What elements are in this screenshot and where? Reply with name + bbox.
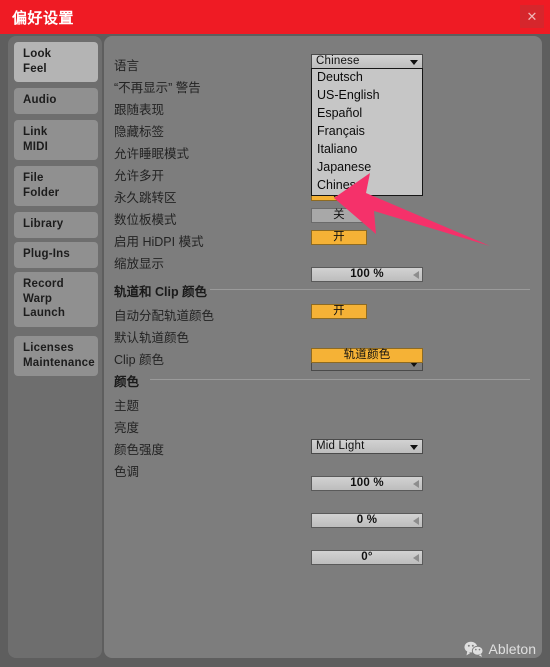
sidebar-item-label: Audio	[23, 94, 57, 106]
slider-1-main-section_color-rows[interactable]: 100 %	[311, 476, 423, 491]
control-value: 0 %	[356, 514, 378, 526]
sidebar-item-label: Warp	[23, 292, 53, 305]
sidebar-item-look-feel[interactable]: Look Feel	[14, 42, 98, 82]
sidebar-item-library[interactable]: Library	[14, 212, 98, 238]
sidebar-item-label: Maintenance	[23, 356, 95, 369]
sidebar-item-label: Launch	[23, 307, 66, 319]
row-label: 数位板模式	[114, 213, 177, 227]
row-label: 语言	[114, 59, 140, 73]
sidebar-item-label: Folder	[23, 186, 60, 199]
control-value: 开	[333, 305, 345, 317]
slider-9-main-rows[interactable]: 100 %	[311, 267, 423, 282]
language-dropdown-list[interactable]: Deutsch US-English Español Français Italiano…	[311, 68, 423, 196]
section-divider	[150, 379, 530, 380]
button-2-main-section_track_clip-rows[interactable]: 轨道颜色	[311, 348, 423, 363]
row-label: 默认轨道颜色	[114, 331, 190, 345]
row-label: 允许睡眠模式	[114, 147, 190, 161]
row-label: 启用 HiDPI 模式	[114, 235, 204, 249]
slider-3-main-section_color-rows[interactable]: 0°	[311, 550, 423, 565]
sidebar-item-record-warp-launch[interactable]: Record Warp Launch	[14, 272, 98, 327]
row-label: 主题	[114, 399, 140, 413]
row-label: 永久跳转区	[114, 191, 177, 205]
sidebar-item-label: Feel	[23, 62, 47, 75]
row-label: “不再显示” 警告	[114, 81, 201, 95]
sidebar-item-label: Look	[23, 48, 52, 60]
row-label: 自动分配轨道颜色	[114, 309, 215, 323]
sidebar-item-label: Link	[23, 126, 48, 138]
sidebar-item-label: Plug-Ins	[23, 248, 70, 260]
dropdown-0-main-section_color-rows[interactable]: Mid Light	[311, 439, 423, 454]
chevron-down-icon	[410, 60, 418, 65]
window-title: 偏好设置	[12, 10, 75, 27]
language-option[interactable]: Español	[312, 105, 422, 123]
section-header: 轨道和 Clip 颜色	[114, 285, 208, 299]
control-value: 0°	[361, 551, 373, 563]
row-label: 跟随表现	[114, 103, 165, 117]
control-value: Chinese	[316, 55, 360, 67]
row-label: 缩放显示	[114, 257, 165, 271]
chevron-down-icon	[410, 445, 418, 450]
dropdown-0-main-rows[interactable]: Chinese	[311, 54, 423, 69]
section-divider	[210, 289, 530, 290]
language-option[interactable]: Japanese	[312, 159, 422, 177]
sidebar-item-label: MIDI	[23, 140, 49, 153]
row-label: 亮度	[114, 421, 140, 435]
title-bar: 偏好设置 ✕	[0, 0, 550, 34]
section-header: 颜色	[114, 375, 140, 389]
sidebar-item-label: File	[23, 172, 44, 184]
control-value: 轨道颜色	[343, 349, 391, 361]
control-value: 开	[333, 231, 345, 243]
language-option[interactable]: Deutsch	[312, 69, 422, 87]
language-option[interactable]: US-English	[312, 87, 422, 105]
close-icon[interactable]: ✕	[520, 5, 544, 28]
language-option[interactable]: Français	[312, 123, 422, 141]
sidebar-item-label: Record	[23, 278, 64, 290]
sidebar-item-plug-ins[interactable]: Plug-Ins	[14, 242, 98, 268]
sidebar-item-label: Licenses	[23, 342, 74, 354]
toggle-0-main-section_track_clip-rows[interactable]: 开	[311, 304, 367, 319]
toggle-8-main-rows[interactable]: 开	[311, 230, 367, 245]
language-option[interactable]: Chinese	[312, 177, 422, 195]
preferences-window: 偏好设置 ✕ Look Feel Audio Link MIDI File Folder Li…	[0, 0, 550, 667]
sidebar-item-file-folder[interactable]: File Folder	[14, 166, 98, 206]
sidebar-item-label: Library	[23, 218, 64, 230]
control-value: 100 %	[350, 477, 384, 489]
watermark: Ableton	[464, 641, 536, 657]
row-label: 色调	[114, 465, 140, 479]
row-label: 颜色强度	[114, 443, 165, 457]
toggle-7-main-rows[interactable]: 关	[311, 208, 367, 223]
sidebar: Look Feel Audio Link MIDI File Folder Library Pl…	[8, 36, 102, 658]
control-value: Mid Light	[316, 440, 365, 452]
watermark-label: Ableton	[488, 641, 536, 657]
control-value: 关	[333, 209, 345, 221]
language-option[interactable]: Italiano	[312, 141, 422, 159]
row-label: 隐藏标签	[114, 125, 165, 139]
row-label: Clip 颜色	[114, 353, 165, 367]
sidebar-item-licenses-maintenance[interactable]: Licenses Maintenance	[14, 336, 98, 376]
control-value: 100 %	[350, 268, 384, 280]
slider-2-main-section_color-rows[interactable]: 0 %	[311, 513, 423, 528]
sidebar-item-link-midi[interactable]: Link MIDI	[14, 120, 98, 160]
sidebar-item-audio[interactable]: Audio	[14, 88, 98, 114]
row-label: 允许多开	[114, 169, 165, 183]
wechat-icon	[464, 641, 483, 657]
